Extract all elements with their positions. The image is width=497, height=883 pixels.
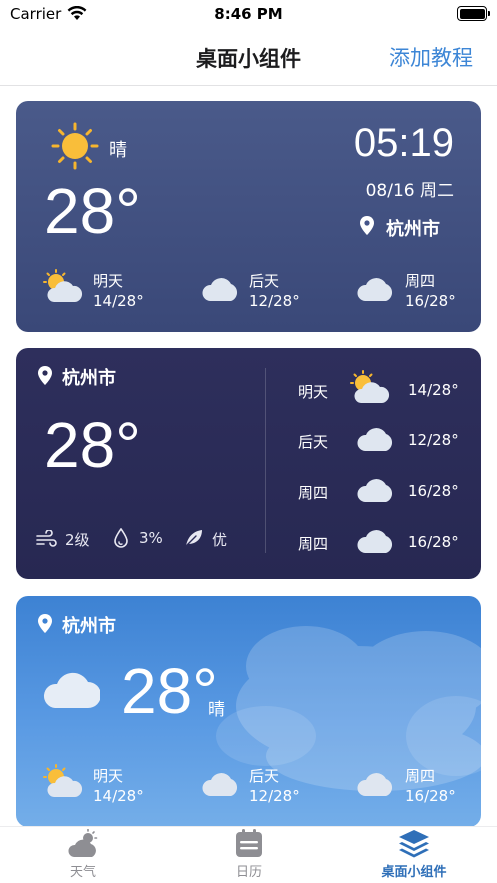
forecast-day: 后天 bbox=[249, 272, 280, 290]
status-bar: Carrier 8:46 PM bbox=[0, 0, 497, 30]
city-label: 杭州市 bbox=[62, 616, 116, 637]
forecast-day: 周四 bbox=[405, 767, 436, 785]
tab-label: 桌面小组件 bbox=[381, 865, 447, 880]
forecast-range: 16/28° bbox=[405, 787, 456, 805]
temperature: 28° bbox=[44, 175, 141, 247]
cloud-icon bbox=[357, 530, 393, 553]
forecast-day: 后天 bbox=[249, 767, 280, 785]
widget-time: 05:19 bbox=[353, 121, 454, 165]
partly-cloudy-icon bbox=[43, 764, 83, 797]
navigation-bar: 桌面小组件 添加教程 bbox=[0, 30, 497, 86]
location-pin-icon bbox=[38, 614, 52, 633]
forecast-range: 16/28° bbox=[405, 292, 456, 310]
location-pin-icon bbox=[38, 366, 52, 385]
widget-date: 08/16 周二 bbox=[365, 181, 454, 201]
cloud-icon bbox=[357, 278, 393, 301]
tab-desktop-widgets[interactable]: 桌面小组件 bbox=[331, 827, 497, 883]
temperature: 28° bbox=[121, 655, 218, 727]
city-label: 杭州市 bbox=[386, 219, 440, 240]
forecast-range: 16/28° bbox=[408, 482, 459, 500]
forecast-range: 14/28° bbox=[93, 787, 144, 805]
tab-label: 天气 bbox=[69, 865, 96, 880]
calendar-icon bbox=[236, 829, 262, 857]
forecast-range: 14/28° bbox=[408, 381, 459, 399]
forecast-range: 12/28° bbox=[408, 431, 459, 449]
clock: 8:46 PM bbox=[214, 5, 283, 23]
leaf-icon bbox=[185, 530, 202, 547]
cloud-icon bbox=[357, 773, 393, 796]
cloud-icon bbox=[357, 479, 393, 502]
humidity-value: 3% bbox=[139, 529, 163, 547]
widget-card-compact[interactable]: 晴 28° 05:19 08/16 周二 杭州市 明天 14/28° 后天 12… bbox=[16, 101, 481, 332]
forecast-range: 14/28° bbox=[93, 292, 144, 310]
forecast-range: 12/28° bbox=[249, 292, 300, 310]
forecast-day: 周四 bbox=[298, 535, 329, 553]
add-tutorial-button[interactable]: 添加教程 bbox=[389, 42, 473, 72]
air-quality-value: 优 bbox=[212, 531, 228, 549]
cloud-icon bbox=[202, 773, 238, 796]
wind-icon bbox=[36, 530, 57, 547]
tab-bar: 天气 日历 桌面小组件 bbox=[0, 826, 497, 883]
weather-icon bbox=[68, 829, 98, 857]
forecast-day: 明天 bbox=[93, 272, 124, 290]
tab-weather[interactable]: 天气 bbox=[0, 827, 166, 883]
forecast-day: 明天 bbox=[298, 383, 329, 401]
condition-label: 晴 bbox=[208, 700, 225, 720]
battery-icon bbox=[457, 6, 490, 21]
widget-card-detailed[interactable]: 杭州市 28° 2级 3% 优 明天 14/28° 后天 12/28° 周四 1… bbox=[16, 348, 481, 579]
sun-icon bbox=[51, 122, 99, 170]
forecast-day: 周四 bbox=[298, 484, 329, 502]
partly-cloudy-icon bbox=[350, 370, 390, 403]
temperature: 28° bbox=[44, 409, 141, 481]
forecast-day: 明天 bbox=[93, 767, 124, 785]
tab-label: 日历 bbox=[235, 865, 262, 880]
divider bbox=[265, 368, 266, 553]
cloud-icon bbox=[44, 672, 100, 708]
wind-level: 2级 bbox=[65, 531, 90, 549]
condition-label: 晴 bbox=[109, 140, 127, 161]
layers-icon bbox=[399, 830, 429, 858]
location-pin-icon bbox=[360, 216, 374, 235]
city-label: 杭州市 bbox=[62, 368, 116, 389]
forecast-day: 后天 bbox=[298, 433, 329, 451]
forecast-range: 12/28° bbox=[249, 787, 300, 805]
humidity-drop-icon bbox=[114, 528, 128, 548]
forecast-day: 周四 bbox=[405, 272, 436, 290]
cloud-icon bbox=[357, 428, 393, 451]
cloud-icon bbox=[202, 278, 238, 301]
widget-card-sky[interactable]: 杭州市 28° 晴 明天 14/28° 后天 12/28° 周四 16/28° bbox=[16, 596, 481, 827]
forecast-range: 16/28° bbox=[408, 533, 459, 551]
partly-cloudy-icon bbox=[43, 269, 83, 302]
tab-calendar[interactable]: 日历 bbox=[166, 827, 332, 883]
